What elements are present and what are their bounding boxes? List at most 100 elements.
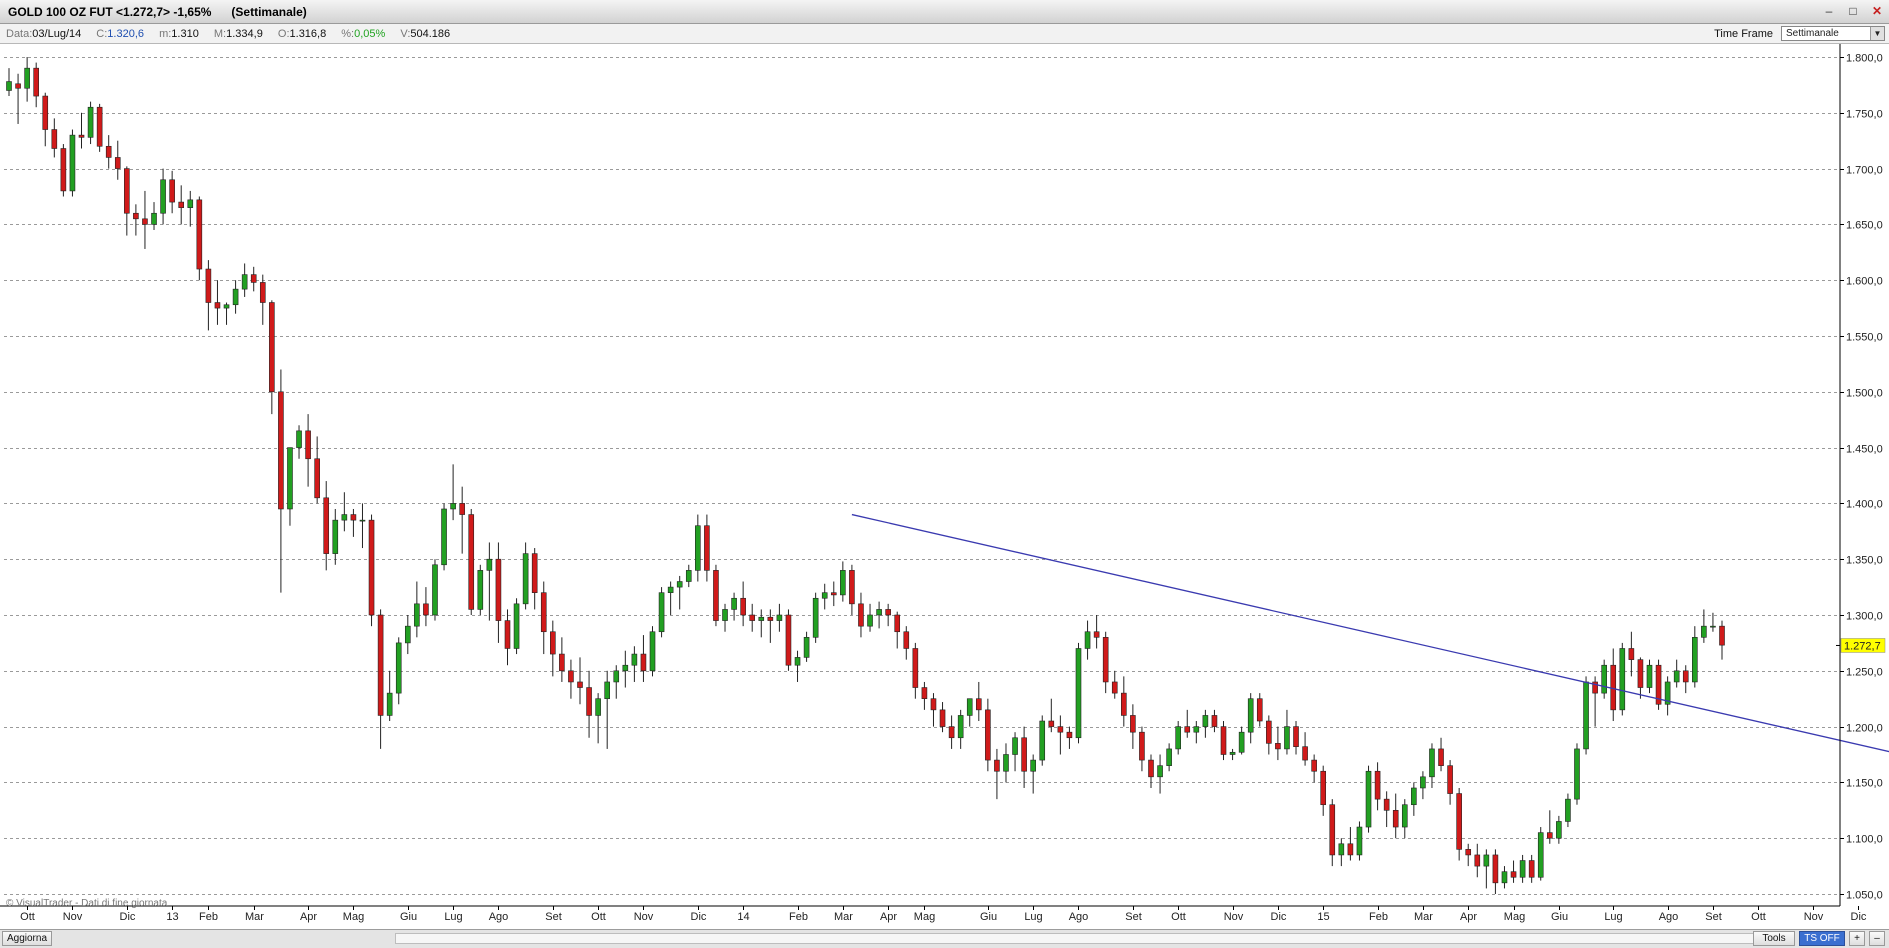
candle-body-up <box>1619 648 1626 711</box>
candle <box>350 508 357 537</box>
candle <box>994 748 1000 800</box>
candle-body-up <box>631 653 638 666</box>
candle <box>550 620 556 677</box>
candle-body-up <box>1338 843 1345 856</box>
candle <box>513 598 520 655</box>
candle-body-down <box>269 302 275 393</box>
candle-body-up <box>296 430 302 448</box>
x-month-label: Mar <box>834 911 853 923</box>
tools-button[interactable]: Tools <box>1753 931 1795 946</box>
candle <box>1175 721 1181 755</box>
candle-body-down <box>785 614 792 666</box>
candle-body-up <box>1537 832 1544 878</box>
refresh-button[interactable]: Aggiorna <box>2 931 52 946</box>
candle-body-up <box>187 199 194 208</box>
candle-body-up <box>957 715 964 739</box>
x-month-label: Giu <box>1551 911 1568 923</box>
candle-body-down <box>305 430 311 460</box>
candle-body-down <box>1528 860 1535 878</box>
ts-off-button[interactable]: TS OFF <box>1799 931 1845 946</box>
candle-body-up <box>1229 751 1236 755</box>
candle <box>423 587 429 627</box>
candle <box>903 626 910 660</box>
candle-body-up <box>1401 804 1408 828</box>
chevron-down-icon[interactable]: ▼ <box>1870 27 1884 40</box>
candle-body-up <box>1420 776 1426 789</box>
candle-body-up <box>1003 754 1009 772</box>
candle-body-up <box>414 603 420 627</box>
candle <box>1447 760 1453 805</box>
candle-body-up <box>821 592 828 599</box>
zoom-in-button[interactable]: + <box>1849 931 1865 946</box>
candle-body-down <box>468 514 475 610</box>
candle-body-up <box>1501 871 1508 884</box>
price-chart[interactable]: 1.800,0 1.750,0 1.700,0 1.650,0 1.600,0 1.550… <box>0 44 1889 929</box>
x-month-label: Dic <box>1271 911 1287 923</box>
candle <box>1293 721 1299 755</box>
candle-body-down <box>1320 770 1327 806</box>
candle-body-down <box>1256 698 1263 722</box>
candle <box>450 464 456 521</box>
candle-body-up <box>776 614 783 621</box>
candle <box>1701 609 1707 643</box>
candle <box>1057 715 1064 755</box>
candle <box>858 592 864 638</box>
candle <box>849 564 855 615</box>
horizontal-scrollbar[interactable] <box>395 933 1765 944</box>
candle-body-down <box>1057 726 1064 733</box>
candle <box>395 637 402 705</box>
minimize-button[interactable]: – <box>1821 3 1837 19</box>
candle <box>1664 676 1671 716</box>
candle-body-up <box>658 592 665 633</box>
candle-body-down <box>105 145 112 158</box>
candle <box>404 615 411 655</box>
candle-body-down <box>1719 625 1725 646</box>
window-controls: – □ ✕ <box>1821 3 1885 19</box>
x-month-label: Ago <box>1659 911 1679 923</box>
candle <box>232 280 239 314</box>
candle-body-down <box>78 134 85 138</box>
candle <box>1492 849 1499 894</box>
candle <box>486 542 493 621</box>
candle <box>341 492 348 532</box>
candle-body-down <box>423 603 429 616</box>
timeframe-select[interactable]: Settimanale ▼ <box>1781 26 1885 41</box>
candle-body-up <box>676 581 683 588</box>
candle <box>713 564 719 627</box>
candle-body-down <box>504 620 511 649</box>
candle <box>477 564 484 615</box>
candle <box>731 592 737 621</box>
close-button[interactable]: ✕ <box>1869 3 1885 19</box>
candle <box>704 514 710 582</box>
zoom-out-button[interactable]: – <box>1869 931 1885 946</box>
y-tick-label: 1.750,0 <box>1846 109 1883 121</box>
x-month-label: Ott <box>1171 911 1186 923</box>
x-month-label: Lug <box>444 911 462 923</box>
maximize-button[interactable]: □ <box>1845 3 1861 19</box>
close-value: 1.320,6 <box>107 28 144 40</box>
candle <box>250 266 257 292</box>
candle <box>1012 732 1018 772</box>
candle-body-up <box>685 570 692 582</box>
candle <box>812 592 819 643</box>
candle-body-up <box>1157 765 1163 778</box>
candle-body-down <box>858 603 864 627</box>
candle-body-down <box>912 648 919 688</box>
candle <box>114 140 121 180</box>
candle-body-up <box>1574 748 1580 800</box>
candle <box>785 609 792 671</box>
candle <box>1139 726 1145 772</box>
timeframe-label: Time Frame <box>1714 28 1773 40</box>
candle <box>214 280 221 325</box>
candle-body-up <box>649 631 656 672</box>
candle-body-down <box>550 631 556 655</box>
candle-body-down <box>323 497 330 554</box>
candle <box>840 561 846 602</box>
candle-body-down <box>205 268 212 303</box>
candle-body-up <box>1247 698 1254 733</box>
y-tick-label: 1.650,0 <box>1846 220 1883 232</box>
candle-body-down <box>1546 832 1553 839</box>
candle-body-up <box>867 614 873 627</box>
candle <box>1111 670 1118 699</box>
candlestick-chart-svg[interactable]: 1.800,0 1.750,0 1.700,0 1.650,0 1.600,0 1.550… <box>0 44 1889 929</box>
